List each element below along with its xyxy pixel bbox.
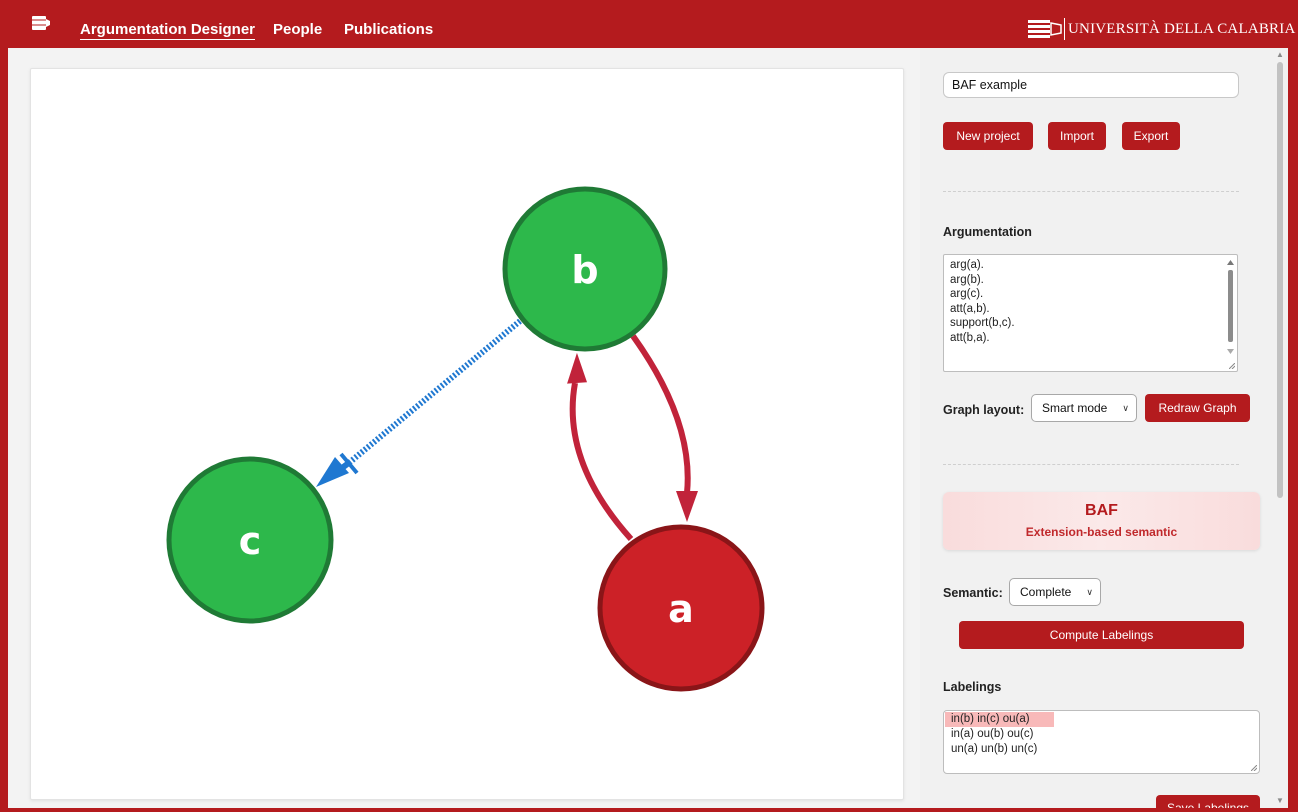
nav-link-argumentation-designer[interactable]: Argumentation Designer <box>80 21 256 40</box>
scroll-up-arrow-icon[interactable]: ▲ <box>1276 50 1284 59</box>
code-line: arg(c). <box>950 288 984 300</box>
edge-b-c-support[interactable] <box>316 318 522 487</box>
import-button[interactable]: Import <box>1048 122 1106 150</box>
nav-link-people[interactable]: People <box>273 21 322 38</box>
nav-link-publications[interactable]: Publications <box>344 21 433 38</box>
frame-border-right <box>1288 48 1298 812</box>
labeling-item-selected[interactable]: in(b) in(c) ou(a) <box>945 712 1054 727</box>
graph-node-b[interactable]: b <box>502 186 668 352</box>
node-label-a: a <box>668 587 694 631</box>
chevron-down-icon: ∨ <box>1086 587 1093 597</box>
export-button[interactable]: Export <box>1122 122 1180 150</box>
frame-border-left <box>0 48 8 812</box>
scroll-down-arrow-icon[interactable]: ▼ <box>1276 796 1284 805</box>
labelings-list[interactable]: in(b) in(c) ou(a) in(a) ou(b) ou(c) un(a… <box>943 710 1260 774</box>
graph-node-c[interactable]: c <box>166 456 334 624</box>
resize-grip-icon[interactable] <box>1229 363 1235 369</box>
frame-border-bottom <box>0 808 1298 812</box>
chevron-down-icon: ∨ <box>1122 403 1129 413</box>
section-divider <box>943 191 1239 192</box>
node-label-b: b <box>571 248 598 292</box>
compute-labelings-button[interactable]: Compute Labelings <box>959 621 1244 649</box>
framework-card: BAF Extension-based semantic <box>943 492 1260 550</box>
control-panel: BAF example New project Import Export Ar… <box>920 48 1272 808</box>
framework-subtitle: Extension-based semantic <box>1025 525 1178 539</box>
argumentation-graph[interactable]: b c a <box>31 69 903 799</box>
edge-a-b-attack[interactable] <box>565 352 634 542</box>
labelings-label: Labelings <box>943 680 1002 694</box>
logo-divider <box>1064 18 1065 40</box>
code-line: att(a,b). <box>950 302 990 315</box>
textarea-scrollbar[interactable] <box>1226 258 1235 366</box>
graph-layout-select[interactable]: Smart mode ∨ <box>1031 394 1137 422</box>
university-logo-icon <box>1028 20 1062 38</box>
code-line: arg(a). <box>950 259 984 271</box>
resize-grip-icon[interactable] <box>1251 765 1257 771</box>
labeling-item[interactable]: in(a) ou(b) ou(c) <box>945 727 1033 742</box>
code-line: arg(b). <box>950 273 984 286</box>
scrollbar-thumb[interactable] <box>1277 62 1283 498</box>
section-divider <box>943 464 1239 465</box>
top-navbar: Argumentation Designer People Publicatio… <box>0 0 1298 48</box>
page-scrollbar[interactable]: ▲ ▼ <box>1272 48 1288 808</box>
semantic-value: Complete <box>1020 585 1072 599</box>
code-line: support(b,c). <box>950 317 1015 329</box>
code-line: att(b,a). <box>950 331 990 344</box>
save-labelings-button[interactable]: Save Labelings <box>1156 795 1260 808</box>
graph-layout-value: Smart mode <box>1042 401 1108 415</box>
node-label-c: c <box>239 519 262 563</box>
book-icon[interactable] <box>32 16 50 30</box>
graph-node-a[interactable]: a <box>597 524 765 692</box>
labeling-item[interactable]: un(a) un(b) un(c) <box>945 742 1037 757</box>
semantic-select[interactable]: Complete ∨ <box>1009 578 1101 606</box>
argumentation-label: Argumentation <box>943 225 1032 239</box>
argumentation-textarea[interactable]: arg(a). arg(b). arg(c). att(a,b). suppor… <box>943 254 1238 372</box>
semantic-label: Semantic: <box>943 586 1003 600</box>
new-project-button[interactable]: New project <box>943 122 1033 150</box>
graph-layout-label: Graph layout: <box>943 403 1025 417</box>
edge-b-a-attack[interactable] <box>630 334 698 522</box>
framework-title: BAF <box>1085 502 1118 519</box>
graph-canvas[interactable]: b c a <box>30 68 904 800</box>
redraw-graph-button[interactable]: Redraw Graph <box>1145 394 1250 422</box>
project-name-input[interactable]: BAF example <box>943 72 1239 98</box>
university-name: UNIVERSITÀ DELLA CALABRIA <box>1068 21 1296 37</box>
